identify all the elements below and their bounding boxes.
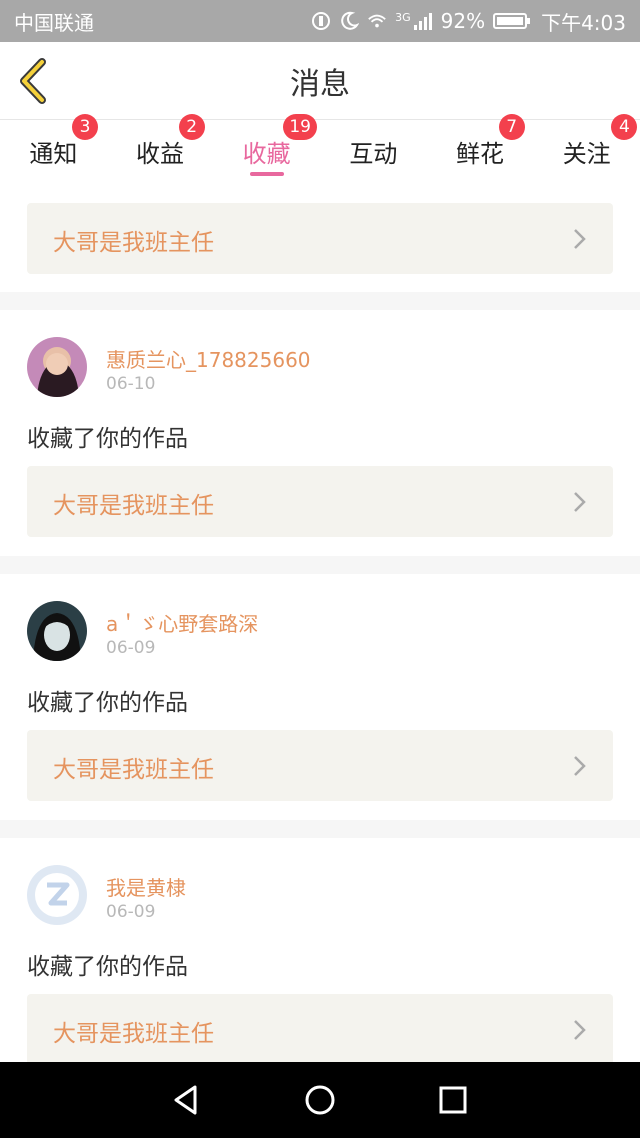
work-title: 大哥是我班主任 xyxy=(53,493,214,519)
action-text: 收藏了你的作品 xyxy=(27,426,188,452)
list-item: 我是黄棣 06-09 收藏了你的作品 大哥是我班主任 xyxy=(0,838,640,1065)
back-button[interactable] xyxy=(14,56,54,106)
network-type: 3G xyxy=(395,10,411,24)
tab-label: 鲜花 xyxy=(456,140,505,168)
user-name[interactable]: a＇ゞ心野套路深 xyxy=(106,608,258,637)
clock: 下午4:03 xyxy=(541,10,626,35)
signal-icon xyxy=(413,13,432,30)
chevron-right-icon xyxy=(574,492,586,512)
tab-label: 收藏 xyxy=(242,140,291,168)
tab-label: 通知 xyxy=(29,140,78,168)
status-bar: 中国联通 3G 92% 下午4:03 xyxy=(0,0,640,42)
tab-follows[interactable]: 关注 4 xyxy=(533,114,640,182)
chevron-right-icon xyxy=(574,756,586,776)
nav-recent-icon[interactable] xyxy=(433,1080,473,1120)
timestamp: 06-09 xyxy=(106,902,156,922)
battery-percent: 92% xyxy=(440,9,486,33)
work-link[interactable]: 大哥是我班主任 xyxy=(27,203,613,274)
battery-icon xyxy=(493,13,531,29)
avatar[interactable] xyxy=(27,601,87,661)
timestamp: 06-10 xyxy=(106,374,156,394)
work-link[interactable]: 大哥是我班主任 xyxy=(27,466,613,537)
nav-home-icon[interactable] xyxy=(300,1080,340,1120)
work-title: 大哥是我班主任 xyxy=(53,1021,214,1047)
timestamp: 06-09 xyxy=(106,638,156,658)
unread-badge: 19 xyxy=(283,114,317,140)
work-link[interactable]: 大哥是我班主任 xyxy=(27,994,613,1065)
unread-badge: 7 xyxy=(498,114,525,140)
tab-label: 收益 xyxy=(136,140,184,168)
tab-bar: 通知 3 收益 2 收藏 19 互动 鲜花 7 关注 4 xyxy=(0,114,640,182)
tab-label: 关注 xyxy=(562,140,611,168)
list-item: 惠质兰心_178825660 06-10 收藏了你的作品 大哥是我班主任 xyxy=(0,310,640,556)
data-saver-icon xyxy=(312,12,331,30)
user-name[interactable]: 我是黄棣 xyxy=(106,872,186,901)
user-name[interactable]: 惠质兰心_178825660 xyxy=(106,344,311,373)
action-text: 收藏了你的作品 xyxy=(27,690,188,716)
avatar[interactable] xyxy=(27,865,87,925)
nav-back-icon[interactable] xyxy=(167,1080,207,1120)
tab-notifications[interactable]: 通知 3 xyxy=(0,114,107,182)
work-title: 大哥是我班主任 xyxy=(53,230,214,256)
default-avatar-icon xyxy=(27,865,87,925)
chevron-right-icon xyxy=(574,1020,586,1040)
page-title: 消息 xyxy=(290,66,350,102)
chevron-right-icon xyxy=(574,229,586,249)
unread-badge: 2 xyxy=(178,114,205,140)
tab-earnings[interactable]: 收益 2 xyxy=(107,114,214,182)
tab-favorites[interactable]: 收藏 19 xyxy=(213,114,320,182)
list-item: 大哥是我班主任 xyxy=(0,182,640,292)
work-title: 大哥是我班主任 xyxy=(53,757,214,783)
back-arrow-icon xyxy=(20,58,46,104)
header: 消息 xyxy=(0,42,640,120)
avatar[interactable] xyxy=(27,337,87,397)
unread-badge: 4 xyxy=(611,114,638,140)
tab-interactions[interactable]: 互动 xyxy=(320,120,427,182)
action-text: 收藏了你的作品 xyxy=(27,954,188,980)
carrier-name: 中国联通 xyxy=(14,10,94,35)
work-link[interactable]: 大哥是我班主任 xyxy=(27,730,613,801)
unread-badge: 3 xyxy=(72,114,98,140)
tab-label: 互动 xyxy=(349,140,398,168)
wifi-icon xyxy=(368,14,386,28)
tab-flowers[interactable]: 鲜花 7 xyxy=(427,114,534,182)
moon-icon xyxy=(341,11,360,30)
list-item: a＇ゞ心野套路深 06-09 收藏了你的作品 大哥是我班主任 xyxy=(0,574,640,820)
system-nav-bar xyxy=(0,1062,640,1138)
